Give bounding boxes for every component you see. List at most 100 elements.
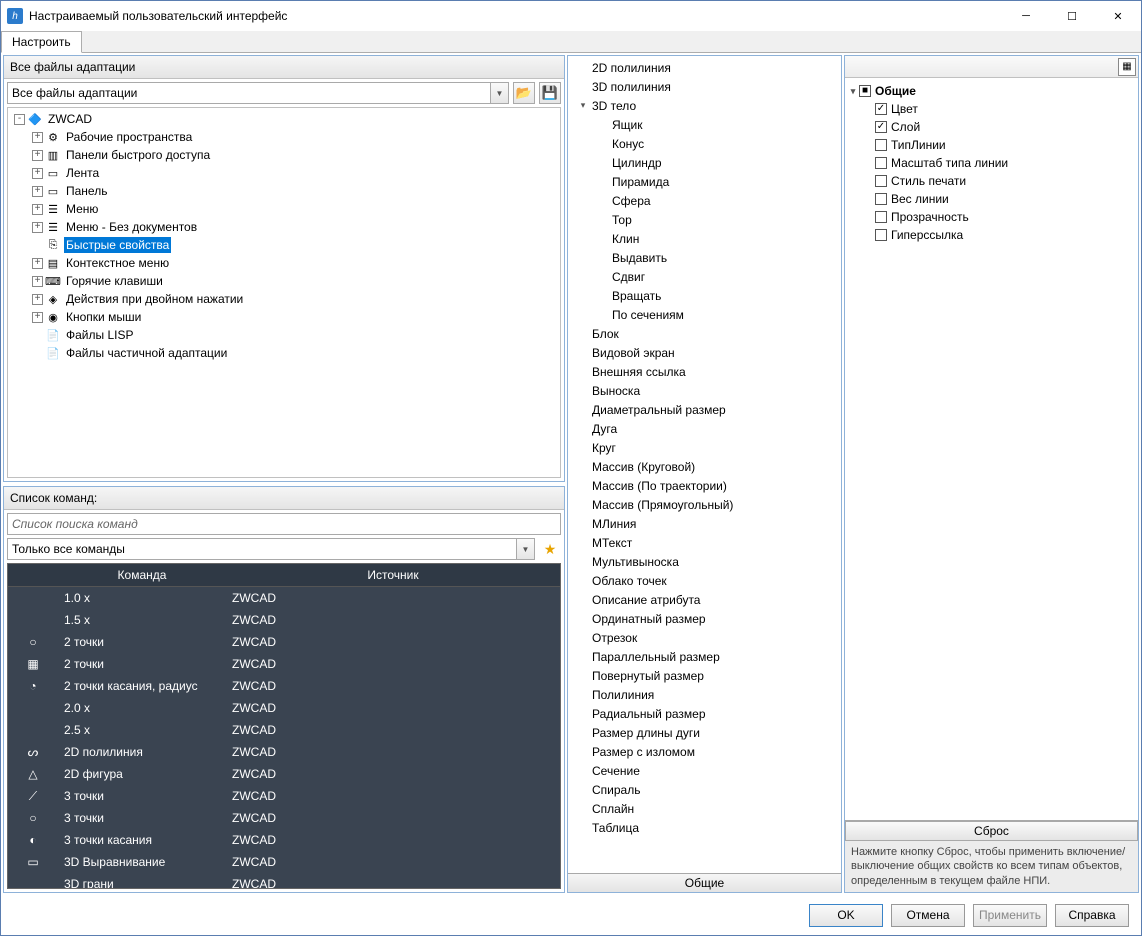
table-row[interactable]: 3D граниZWCAD <box>8 873 560 889</box>
tree-item[interactable]: +▤Контекстное меню <box>8 254 560 272</box>
list-item[interactable]: Конус <box>570 134 841 153</box>
list-item[interactable]: Повернутый размер <box>570 666 841 685</box>
expander-icon[interactable]: + <box>32 204 43 215</box>
list-item[interactable]: Сплайн <box>570 799 841 818</box>
ok-button[interactable]: OK <box>809 904 883 927</box>
list-item[interactable]: Таблица <box>570 818 841 837</box>
checkbox[interactable] <box>875 193 887 205</box>
list-item[interactable]: Ординатный размер <box>570 609 841 628</box>
list-item[interactable]: Облако точек <box>570 571 841 590</box>
open-folder-button[interactable]: 📂 <box>513 82 535 104</box>
table-row[interactable]: ▭3D ВыравниваниеZWCAD <box>8 851 560 873</box>
checkbox-icon[interactable]: ■ <box>859 85 871 97</box>
list-item[interactable]: Диаметральный размер <box>570 400 841 419</box>
list-item[interactable]: Размер с изломом <box>570 742 841 761</box>
cancel-button[interactable]: Отмена <box>891 904 965 927</box>
list-item[interactable]: Дуга <box>570 419 841 438</box>
tree-item[interactable]: -🔷ZWCAD <box>8 110 560 128</box>
expander-icon[interactable]: + <box>32 222 43 233</box>
list-item[interactable]: По сечениям <box>570 305 841 324</box>
tree-item[interactable]: +▭Панель <box>8 182 560 200</box>
tree-item[interactable]: +▥Панели быстрого доступа <box>8 146 560 164</box>
property-item[interactable]: Масштаб типа линии <box>847 154 1136 172</box>
list-item[interactable]: Тор <box>570 210 841 229</box>
commands-table[interactable]: Команда Источник 1.0 xZWCAD1.5 xZWCAD○2 … <box>7 563 561 889</box>
list-item[interactable]: Круг <box>570 438 841 457</box>
tree-item[interactable]: +⌨Горячие клавиши <box>8 272 560 290</box>
tree-item[interactable]: 📄Файлы частичной адаптации <box>8 344 560 362</box>
list-item[interactable]: Размер длины дуги <box>570 723 841 742</box>
properties-tree[interactable]: ▾■Общие✓Цвет✓СлойТипЛинииМасштаб типа ли… <box>845 78 1138 820</box>
list-item[interactable]: Отрезок <box>570 628 841 647</box>
expander-icon[interactable]: + <box>32 150 43 161</box>
expander-icon[interactable]: - <box>14 114 25 125</box>
table-row[interactable]: ○2 точкиZWCAD <box>8 631 560 653</box>
checkbox[interactable] <box>875 175 887 187</box>
adaptation-tree[interactable]: -🔷ZWCAD+⚙Рабочие пространства+▥Панели бы… <box>7 107 561 478</box>
table-row[interactable]: △2D фигураZWCAD <box>8 763 560 785</box>
list-item[interactable]: Мультивыноска <box>570 552 841 571</box>
list-item[interactable]: Радиальный размер <box>570 704 841 723</box>
property-item[interactable]: ✓Цвет <box>847 100 1136 118</box>
table-row[interactable]: ⟋3 точкиZWCAD <box>8 785 560 807</box>
list-item[interactable]: Клин <box>570 229 841 248</box>
list-item[interactable]: Сфера <box>570 191 841 210</box>
checkbox[interactable] <box>875 229 887 241</box>
property-item[interactable]: Вес линии <box>847 190 1136 208</box>
expander-icon[interactable]: + <box>32 312 43 323</box>
list-item[interactable]: Ящик <box>570 115 841 134</box>
tree-item[interactable]: +☰Меню - Без документов <box>8 218 560 236</box>
reset-button[interactable]: Сброс <box>845 821 1138 841</box>
close-button[interactable]: ✕ <box>1095 1 1141 31</box>
table-row[interactable]: 1.5 xZWCAD <box>8 609 560 631</box>
expander-icon[interactable]: + <box>32 186 43 197</box>
table-row[interactable]: ◔2 точки касания, радиусZWCAD <box>8 675 560 697</box>
list-item[interactable]: Массив (По траектории) <box>570 476 841 495</box>
list-item[interactable]: Вращать <box>570 286 841 305</box>
list-item[interactable]: Блок <box>570 324 841 343</box>
property-item[interactable]: Гиперссылка <box>847 226 1136 244</box>
checkbox[interactable] <box>875 157 887 169</box>
expander-icon[interactable]: + <box>32 294 43 305</box>
apply-button[interactable]: Применить <box>973 904 1047 927</box>
tree-item[interactable]: +⚙Рабочие пространства <box>8 128 560 146</box>
adaptation-files-combo[interactable]: Все файлы адаптации ▼ <box>7 82 509 104</box>
tab-customize[interactable]: Настроить <box>1 31 82 53</box>
tree-item[interactable]: +◉Кнопки мыши <box>8 308 560 326</box>
property-item[interactable]: Стиль печати <box>847 172 1136 190</box>
expander-icon[interactable]: + <box>32 276 43 287</box>
col-source[interactable]: Источник <box>226 564 560 586</box>
table-row[interactable]: ᔕ2D полилинияZWCAD <box>8 741 560 763</box>
list-item[interactable]: Выдавить <box>570 248 841 267</box>
property-item[interactable]: ТипЛинии <box>847 136 1136 154</box>
table-row[interactable]: ▦2 точкиZWCAD <box>8 653 560 675</box>
command-search-input[interactable]: Список поиска команд <box>7 513 561 535</box>
list-item[interactable]: 3D полилиния <box>570 77 841 96</box>
save-button[interactable]: 💾 <box>539 82 561 104</box>
help-button[interactable]: Справка <box>1055 904 1129 927</box>
list-item[interactable]: Массив (Круговой) <box>570 457 841 476</box>
table-row[interactable]: 1.0 xZWCAD <box>8 587 560 609</box>
object-type-list[interactable]: 2D полилиния3D полилиния▾3D телоЯщикКону… <box>568 56 841 873</box>
list-item[interactable]: ▾3D тело <box>570 96 841 115</box>
checkbox[interactable] <box>875 139 887 151</box>
table-row[interactable]: ◐3 точки касанияZWCAD <box>8 829 560 851</box>
property-item[interactable]: ✓Слой <box>847 118 1136 136</box>
expander-icon[interactable]: + <box>32 132 43 143</box>
list-item[interactable]: Пирамида <box>570 172 841 191</box>
list-item[interactable]: Описание атрибута <box>570 590 841 609</box>
list-item[interactable]: Параллельный размер <box>570 647 841 666</box>
table-row[interactable]: 2.0 xZWCAD <box>8 697 560 719</box>
tree-item[interactable]: +▭Лента <box>8 164 560 182</box>
list-item[interactable]: 2D полилиния <box>570 58 841 77</box>
list-item[interactable]: Видовой экран <box>570 343 841 362</box>
list-item[interactable]: Полилиния <box>570 685 841 704</box>
property-group[interactable]: ▾■Общие <box>847 82 1136 100</box>
table-row[interactable]: 2.5 xZWCAD <box>8 719 560 741</box>
list-item[interactable]: МЛиния <box>570 514 841 533</box>
middle-tab-general[interactable]: Общие <box>568 873 841 892</box>
checkbox[interactable]: ✓ <box>875 103 887 115</box>
toolbar-extra-button[interactable]: ▦ <box>1118 58 1136 76</box>
expander-icon[interactable]: + <box>32 258 43 269</box>
table-row[interactable]: ○3 точкиZWCAD <box>8 807 560 829</box>
